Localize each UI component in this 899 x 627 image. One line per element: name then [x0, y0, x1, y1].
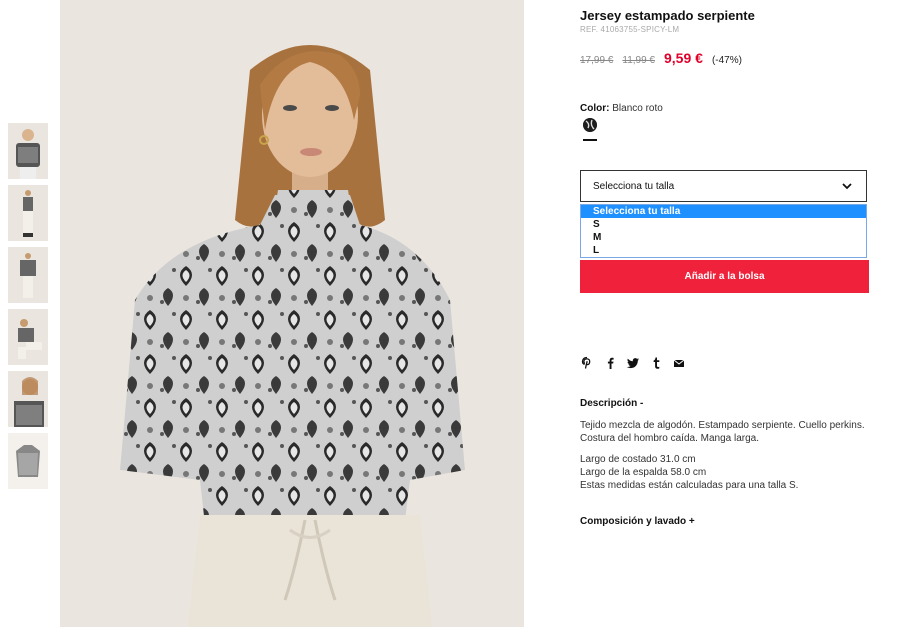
discount-badge: (-47%) [711, 55, 742, 66]
measurements-list: Largo de costado 31.0 cm Largo de la esp… [580, 453, 870, 492]
size-option-placeholder[interactable]: Selecciona tu talla [581, 205, 866, 218]
composition-toggle[interactable]: Composición y lavado + [580, 516, 695, 527]
snake-print-swatch-icon[interactable] [583, 118, 597, 132]
color-value: Blanco roto [612, 103, 663, 114]
size-select-label: Selecciona tu talla [593, 181, 675, 192]
thumbnail-gallery [8, 123, 48, 495]
color-row: Color: Blanco roto [580, 103, 663, 114]
thumbnail-6[interactable] [8, 433, 48, 489]
thumbnail-4[interactable] [8, 309, 48, 365]
size-option-l[interactable]: L [581, 244, 866, 257]
size-dropdown-list: Selecciona tu talla S M L [580, 204, 867, 258]
facebook-icon[interactable] [603, 356, 617, 370]
thumbnail-5[interactable] [8, 371, 48, 427]
product-title: Jersey estampado serpiente [580, 8, 755, 23]
pinterest-icon[interactable] [580, 356, 594, 370]
product-reference: REF. 41063755-SPICY-LM [580, 25, 680, 34]
twitter-icon[interactable] [626, 356, 640, 370]
add-to-bag-button[interactable]: Añadir a la bolsa [580, 260, 869, 293]
thumbnail-3[interactable] [8, 247, 48, 303]
description-toggle[interactable]: Descripción - [580, 398, 643, 409]
size-option-m[interactable]: M [581, 231, 866, 244]
current-price: 9,59 € [664, 50, 703, 66]
size-option-s[interactable]: S [581, 218, 866, 231]
measurement-back-length: Largo de la espalda 58.0 cm [580, 467, 707, 478]
chevron-down-icon [842, 183, 852, 190]
color-label: Color: [580, 103, 610, 114]
thumbnail-1[interactable] [8, 123, 48, 179]
measurement-side-length: Largo de costado 31.0 cm [580, 454, 696, 465]
previous-price: 11,99 € [622, 55, 655, 66]
thumbnail-2[interactable] [8, 185, 48, 241]
product-main-image [60, 0, 524, 627]
original-price: 17,99 € [580, 55, 614, 66]
measurement-size-note: Estas medidas están calculadas para una … [580, 480, 799, 491]
size-select[interactable]: Selecciona tu talla [580, 170, 867, 202]
swatch-selected-indicator [583, 139, 597, 141]
email-icon[interactable] [672, 356, 686, 370]
share-bar [580, 356, 686, 370]
price-row: 17,99 € 11,99 € 9,59 € (-47%) [580, 50, 742, 66]
description-text: Tejido mezcla de algodón. Estampado serp… [580, 420, 865, 444]
tumblr-icon[interactable] [649, 356, 663, 370]
